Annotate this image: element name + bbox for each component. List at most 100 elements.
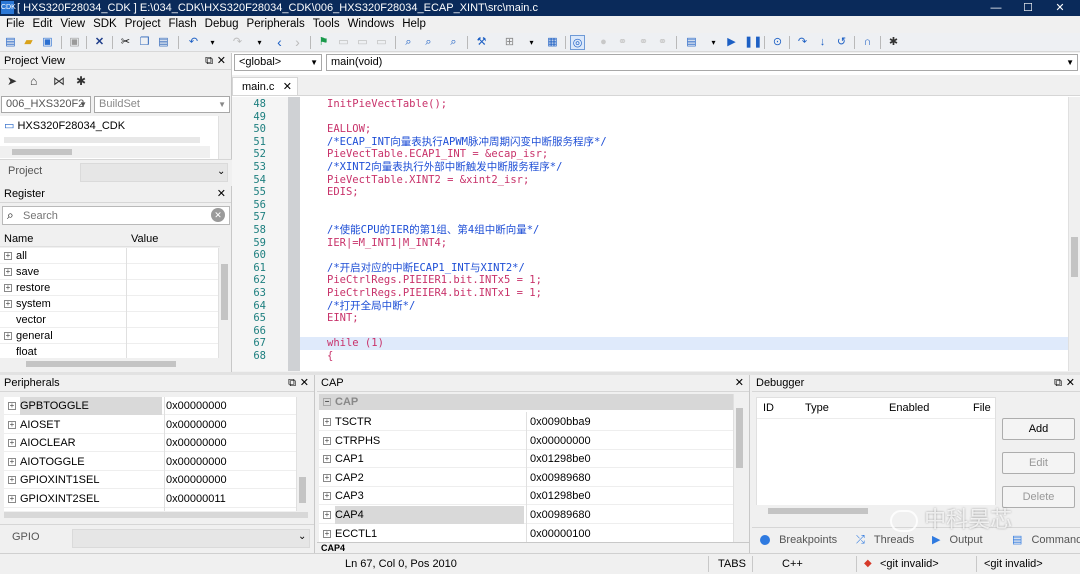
menu-help[interactable]: Help [398,16,430,33]
code-line[interactable]: PieCtrlRegs.PIEIER4.bit.INTx1 = 1; [300,287,1068,300]
breakpoint-margin[interactable] [288,97,300,371]
register-value[interactable]: 0x00000011 [162,493,226,505]
menu-view[interactable]: View [56,16,89,33]
menu-edit[interactable]: Edit [29,16,57,33]
pause-icon[interactable]: ❚❚ [744,35,762,50]
table-row[interactable]: + AIOCLEAR 0x00000000 [4,434,296,453]
table-row[interactable]: + GPIOXINT2SEL 0x00000011 [4,490,296,508]
close-icon[interactable]: ✕ [217,186,226,203]
code-line[interactable]: /*使能CPU的IER的第1组、第4组中断向量*/ [300,224,1068,237]
editor-vscroll[interactable] [1068,97,1080,371]
bookmark-icon[interactable]: ⚑ [316,35,331,50]
code-line[interactable] [300,111,1068,124]
list-item[interactable]: vector [0,312,218,328]
run-icon[interactable]: ▶ [724,35,739,50]
find-icon[interactable]: ⌕ [401,35,416,50]
home-icon[interactable]: ⌂ [30,74,37,88]
menu-flash[interactable]: Flash [165,16,201,33]
grid-dropdown-icon[interactable]: ▾ [524,35,539,50]
register-value[interactable]: 0x00000000 [162,400,227,412]
code-line[interactable]: EDIS; [300,186,1068,199]
close-file-icon[interactable]: ✕ [92,35,107,50]
register-value[interactable]: 0x00000000 [162,456,227,468]
register-value[interactable]: 0x00989680 [524,472,591,484]
register-value[interactable]: 0x00000100 [524,528,591,540]
tree-icon[interactable]: ⋈ [53,74,65,88]
menu-windows[interactable]: Windows [344,16,399,33]
chevron-down-icon[interactable]: ⌄ [298,531,306,542]
list-item[interactable]: + save [0,264,218,280]
register-value[interactable]: 0x01298be0 [524,453,591,465]
register-value[interactable]: 0x00000000 [162,419,227,431]
code-line[interactable]: InitPieVectTable(); [300,98,1068,111]
edit-button[interactable]: Edit [1002,452,1075,474]
table-row[interactable]: + AIOSET 0x00000000 [4,416,296,434]
chevron-down-icon[interactable]: ⌄ [217,166,225,177]
paste-icon[interactable]: ▤ [156,35,171,50]
tab-gpio[interactable]: GPIO [12,531,40,543]
cut-icon[interactable]: ✂ [118,35,133,50]
debug-icon[interactable]: ◎ [570,35,585,50]
register-value[interactable]: 0x00989680 [524,509,591,521]
function-select[interactable]: main(void) ▼ [326,54,1078,71]
menu-file[interactable]: File [2,16,29,33]
undo-icon[interactable]: ↶ [186,35,201,50]
copy-icon[interactable]: ❐ [137,35,152,50]
build-icon[interactable]: ⚒ [474,35,489,50]
menu-project[interactable]: Project [121,16,165,33]
maximize-icon[interactable]: ☐ [1016,0,1040,16]
close-icon[interactable]: ✕ [1066,375,1075,392]
close-icon[interactable]: ✕ [217,53,226,70]
tab-main-c[interactable]: main.c ✕ [232,77,298,95]
language-mode[interactable]: C++ [782,554,803,574]
bookmark-clear-icon[interactable]: ▭ [374,35,389,50]
stop-icon[interactable]: ● [596,35,611,50]
save-icon[interactable]: ▣ [40,35,55,50]
close-icon[interactable]: ✕ [300,375,309,392]
search-input[interactable] [23,208,203,223]
code-line[interactable]: EINT; [300,312,1068,325]
step-into-icon[interactable]: ↓ [815,35,830,50]
register-search[interactable]: ⌕ ✕ [2,206,230,225]
close-icon[interactable]: ✕ [283,78,292,96]
git-branch[interactable]: <git invalid> [984,554,1043,574]
tab-project[interactable]: Project [8,165,42,177]
cap-group-row[interactable]: − CAP [319,394,733,410]
find-in-files-icon[interactable]: ⌕ [421,35,436,50]
minimize-icon[interactable]: — [984,0,1008,16]
project-select[interactable]: 006_HXS320F2 ▼ [1,96,91,113]
forward-icon[interactable]: › [290,35,305,50]
redo-dropdown-icon[interactable]: ▾ [252,35,267,50]
code-line[interactable]: PieVectTable.XINT2 = &xint2_isr; [300,174,1068,187]
list-item[interactable]: + general [0,328,218,344]
clear-search-icon[interactable]: ✕ [211,208,225,222]
float-icon[interactable]: ⧉ [1054,375,1062,392]
redo-icon[interactable]: ↷ [230,35,245,50]
code-line[interactable]: /*ECAP_INT向量表执行APWM脉冲周期闪变中断服务程序*/ [300,136,1068,149]
code-area[interactable]: InitPieVectTable(); EALLOW;/*ECAP_INT向量表执… [300,97,1068,371]
replace-icon[interactable]: ⌕ [446,35,461,50]
code-line[interactable]: /*XINT2向量表执行外部中断触发中断服务程序*/ [300,161,1068,174]
table-row[interactable]: + GPIOXINT1SEL 0x00000000 [4,471,296,490]
menu-sdk[interactable]: SDK [89,16,121,33]
float-icon[interactable]: ⧉ [288,375,296,392]
menu-peripherals[interactable]: Peripherals [243,16,309,33]
cap-vscroll[interactable] [733,394,745,542]
bookmark-prev-icon[interactable]: ▭ [336,35,351,50]
bookmark-next-icon[interactable]: ▭ [355,35,370,50]
code-line[interactable]: PieCtrlRegs.PIEIER1.bit.INTx5 = 1; [300,274,1068,287]
list-item[interactable]: + restore [0,280,218,296]
peripherals-hscroll[interactable] [4,512,308,518]
indent-mode[interactable]: TABS [718,554,746,574]
back-icon[interactable]: ‹ [272,35,287,50]
buildset-select[interactable]: BuildSet ▼ [94,96,230,113]
register-value[interactable]: 0x00000000 [162,474,227,486]
float-icon[interactable]: ⧉ [205,53,213,70]
save-all-icon[interactable]: ▣ [67,35,82,50]
register-vscroll[interactable] [218,248,230,358]
list-item[interactable]: + system [0,296,218,312]
code-line[interactable]: /*开启对应的中断ECAP1_INT与XINT2*/ [300,262,1068,275]
disconnect-icon[interactable]: ⚭ [655,35,670,50]
peripherals-vscroll[interactable] [296,397,308,511]
register-value[interactable]: 0x01298be0 [524,490,591,502]
